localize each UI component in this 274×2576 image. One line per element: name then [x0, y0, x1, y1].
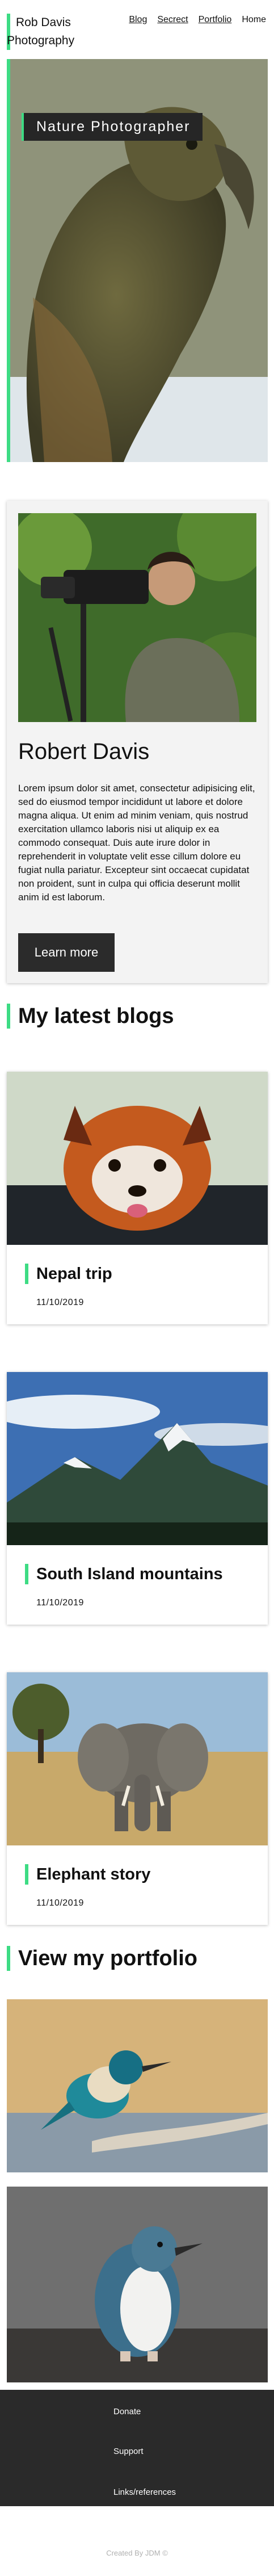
blog-title: Nepal trip	[25, 1264, 112, 1284]
blog-date: 11/10/2019	[36, 1898, 84, 1908]
mountains-image	[7, 1372, 268, 1545]
footer-credit: Created By JDM ©	[106, 2549, 168, 2557]
nav-portfolio-link[interactable]: Portfolio	[199, 15, 232, 25]
blog-date: 11/10/2019	[36, 1598, 84, 1608]
brand-line1: Rob Davis	[16, 16, 71, 29]
red-panda-image	[7, 1072, 268, 1245]
nav-secrect-link[interactable]: Secrect	[157, 15, 188, 25]
site-header: Rob Davis Photography Blog Secrect Portf…	[0, 0, 274, 59]
blog-date: 11/10/2019	[36, 1298, 84, 1307]
main-nav: Blog Secrect Portfolio Home	[129, 15, 266, 25]
latest-blogs-heading: My latest blogs	[7, 1004, 174, 1029]
footer-support-link[interactable]: Support	[113, 2447, 144, 2456]
photographer-portrait-image	[18, 513, 256, 722]
blog-card[interactable]: South Island mountains 11/10/2019	[7, 1372, 268, 1625]
site-footer: Donate Support Links/references	[0, 2390, 274, 2506]
blog-title: Elephant story	[25, 1864, 150, 1885]
about-description: Lorem ipsum dolor sit amet, consectetur …	[18, 783, 255, 903]
portfolio-penguin-image[interactable]	[7, 2187, 268, 2382]
portfolio-heading: View my portfolio	[7, 1946, 197, 1971]
about-name-heading: Robert Davis	[18, 739, 150, 764]
portfolio-kingfisher-image[interactable]	[7, 1999, 268, 2172]
hero-tagline: Nature Photographer	[22, 113, 203, 141]
learn-more-button[interactable]: Learn more	[18, 933, 115, 972]
nav-blog-link[interactable]: Blog	[129, 15, 147, 25]
brand-logo[interactable]: Rob Davis Photography	[7, 14, 109, 50]
blog-card[interactable]: Elephant story 11/10/2019	[7, 1672, 268, 1925]
footer-donate-link[interactable]: Donate	[113, 2407, 141, 2416]
about-card: Robert Davis Lorem ipsum dolor sit amet,…	[7, 501, 268, 983]
blog-title: South Island mountains	[25, 1564, 223, 1584]
brand-line2: Photography	[7, 34, 75, 47]
elephant-image	[7, 1672, 268, 1845]
nav-home-link[interactable]: Home	[242, 15, 266, 25]
footer-links-references-link[interactable]: Links/references	[113, 2487, 176, 2497]
hero-banner: Nature Photographer	[7, 59, 268, 462]
blog-card[interactable]: Nepal trip 11/10/2019	[7, 1072, 268, 1324]
